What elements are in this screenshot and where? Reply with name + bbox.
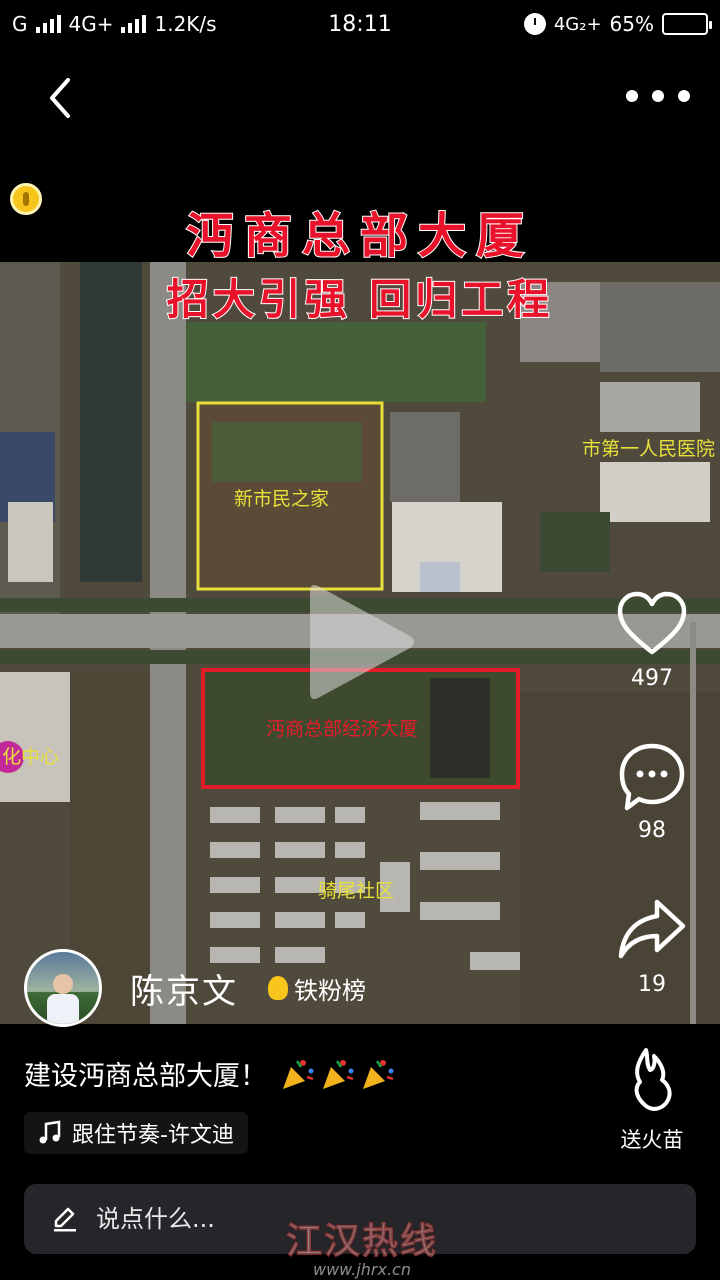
author-row: 陈京文 铁粉榜 (24, 948, 366, 1028)
battery-percent: 65% (609, 12, 654, 36)
status-left: G 4G+ 1.2K/s (12, 12, 217, 36)
nav-bar (0, 56, 720, 136)
map-label-new-citizen-home: 新市民之家 (234, 488, 330, 510)
music-note-icon (39, 1120, 61, 1144)
share-arrow-icon (618, 899, 686, 959)
map-label-hq-building: 沔商总部经济大厦 (266, 718, 419, 740)
fan-badge-label: 铁粉榜 (294, 976, 366, 1005)
like-count: 497 (631, 666, 673, 691)
party-popper-icon (283, 1059, 314, 1089)
pencil-icon (54, 1207, 76, 1232)
chevron-left-icon (50, 78, 70, 118)
party-emojis (281, 1057, 395, 1091)
status-bar: G 4G+ 1.2K/s 18:11 4G₂+ 65% (0, 0, 720, 48)
status-time: 18:11 (328, 11, 392, 37)
watermark-url: www.jhrx.cn (313, 1260, 411, 1279)
share-count: 19 (638, 972, 666, 997)
network-label-2: 4G₂+ (553, 13, 602, 35)
map-label-culture-center: 化中心 (2, 746, 60, 768)
map-label-hospital: 市第一人民医院 (582, 438, 716, 460)
send-flame-button[interactable]: 送火苗 (612, 1046, 692, 1154)
medal-icon (268, 976, 288, 1000)
signal-icon (35, 15, 61, 33)
play-button[interactable] (308, 578, 418, 706)
video-title-line1: 沔商总部大厦 (185, 207, 534, 265)
more-dot-icon (626, 90, 638, 102)
party-popper-icon (363, 1059, 394, 1089)
more-dot-icon (652, 90, 664, 102)
flame-icon (634, 1048, 672, 1111)
heart-icon (617, 591, 687, 655)
battery-icon (662, 13, 712, 35)
fan-badge[interactable]: 铁粉榜 (268, 971, 366, 1006)
map-label-community: 骑尾社区 (318, 880, 395, 902)
author-name[interactable]: 陈京文 (130, 964, 238, 1013)
video-title-line2: 招大引强 回归工程 (166, 274, 554, 325)
alarm-icon (523, 13, 546, 35)
carrier-label: G (12, 12, 28, 36)
share-button[interactable]: 19 (602, 894, 702, 997)
comment-input[interactable] (96, 1205, 316, 1233)
play-icon (310, 584, 414, 700)
more-dot-icon (678, 90, 690, 102)
comment-button[interactable]: 98 (602, 740, 702, 843)
network-label: 4G+ (68, 12, 114, 36)
comment-bar[interactable] (24, 1184, 696, 1254)
signal-icon-2 (121, 15, 147, 33)
music-tag[interactable]: 跟住节奏-许文迪 (24, 1112, 248, 1154)
status-right: 4G₂+ 65% (523, 12, 712, 36)
post-caption: 建设沔商总部大厦！ (24, 1061, 267, 1092)
video-title: 沔商总部大厦 招大引强 回归工程 (0, 196, 720, 327)
music-title: 跟住节奏-许文迪 (72, 1123, 234, 1148)
post-caption-row: 建设沔商总部大厦！ (24, 1054, 395, 1093)
comment-count: 98 (638, 818, 666, 843)
like-button[interactable]: 497 (602, 588, 702, 691)
party-popper-icon (323, 1059, 354, 1089)
comment-bubble-icon (619, 743, 685, 811)
network-speed: 1.2K/s (154, 12, 217, 36)
back-button[interactable] (38, 74, 86, 122)
send-flame-label: 送火苗 (620, 1128, 684, 1152)
more-button[interactable] (626, 80, 690, 112)
avatar[interactable] (24, 949, 102, 1027)
